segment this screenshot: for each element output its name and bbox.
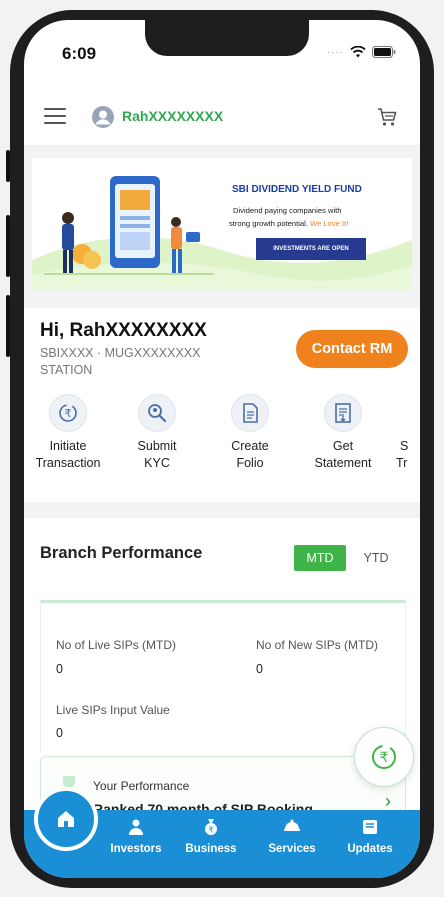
quick-action-label-2: KYC bbox=[144, 456, 170, 470]
toggle-ytd[interactable]: YTD bbox=[346, 545, 406, 571]
app-screen: 6:09 ···· RahXXXXXXXX SBI DIVIDEND YIELD… bbox=[24, 20, 420, 878]
quick-action-label-2: Folio bbox=[236, 456, 264, 470]
notch bbox=[145, 20, 309, 56]
greeting-title: Hi, RahXXXXXXXX bbox=[40, 320, 207, 341]
period-toggle: MTD YTD bbox=[294, 545, 408, 571]
quick-action-create-folio[interactable]: Create Folio bbox=[205, 388, 295, 472]
branch-performance-title: Branch Performance bbox=[40, 544, 203, 562]
search-document-icon bbox=[138, 394, 176, 432]
quick-action-label-1: Submit bbox=[137, 439, 177, 453]
svg-text:₹: ₹ bbox=[208, 826, 213, 835]
metrics-card bbox=[40, 603, 406, 753]
banner-title: SBI DIVIDEND YIELD FUND bbox=[232, 184, 362, 195]
username: RahXXXXXXXX bbox=[122, 108, 224, 124]
chevron-right-icon: › bbox=[385, 791, 391, 811]
signal-icon: ···· bbox=[326, 46, 344, 58]
station-label: STATION bbox=[40, 363, 93, 377]
rupee-cycle-icon: ₹ bbox=[372, 745, 396, 769]
rm-code: SBIXXXX · MUGXXXXXXXX bbox=[40, 346, 201, 360]
banner-line-2-text: strong growth potential. bbox=[229, 219, 308, 228]
toggle-mtd[interactable]: MTD bbox=[294, 545, 346, 571]
quick-action-label-2: Tr bbox=[396, 456, 408, 470]
contact-rm-button[interactable]: Contact RM bbox=[296, 330, 408, 368]
banner-line-2: strong growth potential. We Love It! bbox=[229, 219, 348, 228]
svg-text:₹: ₹ bbox=[380, 750, 389, 766]
quick-action-label-1: S bbox=[400, 439, 409, 453]
section-divider bbox=[24, 502, 420, 518]
services-icon bbox=[284, 819, 300, 831]
metric-label-new-sips: No of New SIPs (MTD) bbox=[256, 638, 379, 652]
document-icon bbox=[231, 394, 269, 432]
cart-icon[interactable] bbox=[376, 106, 398, 128]
rupee-fab-button[interactable]: ₹ bbox=[354, 727, 414, 787]
phone-frame: 6:09 ···· RahXXXXXXXX SBI DIVIDEND YIELD… bbox=[6, 10, 434, 888]
quick-action-submit-kyc[interactable]: Submit KYC bbox=[112, 388, 202, 472]
app-header: RahXXXXXXXX bbox=[24, 90, 420, 146]
home-button[interactable] bbox=[34, 787, 98, 851]
quick-action-partial[interactable]: S Tr bbox=[374, 388, 420, 472]
your-performance-title: Your Performance bbox=[93, 779, 190, 793]
rupee-cycle-icon: ₹ bbox=[49, 394, 87, 432]
quick-action-label-1: Create bbox=[231, 439, 269, 453]
metric-label-input-value: Live SIPs Input Value bbox=[56, 703, 170, 717]
banner-cta[interactable]: INVESTMENTS ARE OPEN bbox=[256, 238, 366, 260]
status-icons: ···· bbox=[327, 46, 396, 58]
metric-value-new-sips: 0 bbox=[256, 662, 263, 676]
nav-updates[interactable]: Updates bbox=[330, 818, 410, 855]
banner-line-1: Dividend paying companies with bbox=[233, 206, 342, 215]
banner-highlight: We Love It! bbox=[310, 219, 349, 228]
home-icon bbox=[58, 811, 74, 827]
menu-icon[interactable] bbox=[44, 108, 66, 124]
investors-icon bbox=[129, 819, 143, 835]
quick-action-label-1: Initiate bbox=[49, 439, 87, 453]
metric-value-live-sips: 0 bbox=[56, 662, 63, 676]
avatar-icon[interactable] bbox=[92, 106, 114, 128]
svg-text:₹: ₹ bbox=[65, 407, 72, 420]
wifi-icon bbox=[350, 46, 366, 58]
nav-label: Investors bbox=[110, 843, 162, 855]
stage: 6:09 ···· RahXXXXXXXX SBI DIVIDEND YIELD… bbox=[0, 0, 444, 897]
mute-switch bbox=[6, 150, 10, 182]
metric-value-input-value: 0 bbox=[56, 726, 63, 740]
nav-label: Updates bbox=[347, 843, 393, 855]
banner-illustration bbox=[44, 176, 214, 275]
nav-label: Services bbox=[268, 843, 316, 855]
nav-services[interactable]: Services bbox=[252, 818, 332, 855]
battery-icon bbox=[372, 46, 396, 58]
updates-icon bbox=[363, 820, 377, 834]
quick-action-initiate-transaction[interactable]: ₹ Initiate Transaction bbox=[24, 388, 113, 472]
business-icon: ₹ bbox=[205, 819, 217, 835]
volume-up-button bbox=[6, 215, 10, 277]
metric-label-live-sips: No of Live SIPs (MTD) bbox=[56, 638, 177, 652]
nav-business[interactable]: ₹ Business bbox=[171, 818, 251, 855]
statement-icon bbox=[324, 394, 362, 432]
nav-investors[interactable]: Investors bbox=[96, 818, 176, 855]
clock: 6:09 bbox=[62, 44, 97, 63]
quick-actions: ₹ Initiate Transaction Submit KYC Create… bbox=[24, 388, 420, 488]
volume-down-button bbox=[6, 295, 10, 357]
nav-label: Business bbox=[185, 843, 237, 855]
promo-banner[interactable]: SBI DIVIDEND YIELD FUND Dividend paying … bbox=[32, 158, 412, 290]
quick-action-label-2: Transaction bbox=[35, 456, 101, 470]
